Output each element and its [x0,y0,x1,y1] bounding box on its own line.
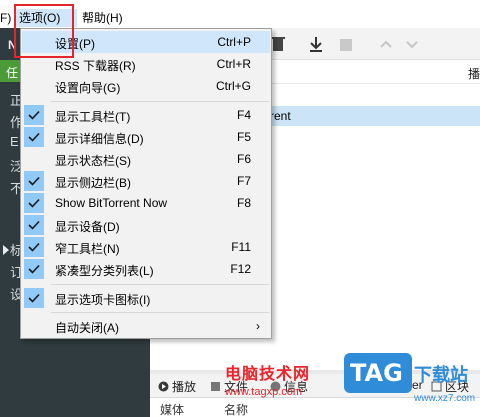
checkmark-icon [24,259,44,279]
checkmark-icon [24,237,44,257]
stop-icon[interactable] [336,34,356,54]
watermark-site: 下载站 [414,365,468,385]
menu-options[interactable]: 选项(O) [15,9,77,27]
menu-item-show-tab-icons[interactable]: 显示选项卡图标(I) [22,287,270,309]
column-header[interactable]: 媒体 [160,401,184,417]
menu-item-show-sidebar[interactable]: 显示侧边栏(B) F7 [22,170,270,192]
menu-separator [51,312,269,313]
watermark-logo: TAG [344,353,412,393]
submenu-arrow-icon: › [256,319,260,333]
column-header[interactable]: 播 [468,65,480,82]
checkmark-icon [24,171,44,191]
row-name: rent [270,109,291,123]
checkmark-icon [24,127,44,147]
watermark-site-url: www.xz7.com [414,393,476,404]
menu-item-setup-wizard[interactable]: 设置向导(G) Ctrl+G [22,75,270,97]
menu-separator [51,101,269,102]
tab-play[interactable]: 播放 [158,378,196,394]
menu-item-show-bittorrent-now[interactable]: Show BitTorrent Now F8 [22,192,270,214]
column-header[interactable]: 名称 [224,401,248,417]
options-dropdown-menu: 设置(P) Ctrl+P RSS 下载器(R) Ctrl+R 设置向导(G) C… [20,28,272,339]
checkmark-icon [24,193,44,213]
expand-arrow-icon[interactable] [3,245,9,255]
menu-item-show-details[interactable]: 显示详细信息(D) F5 [22,126,270,148]
move-up-icon[interactable] [376,34,396,54]
file-icon [210,381,221,392]
menu-file[interactable]: F) [0,9,16,27]
menu-item-settings[interactable]: 设置(P) Ctrl+P [22,31,270,53]
menu-item-narrow-toolbar[interactable]: 窄工具栏(N) F11 [22,236,270,258]
sidebar-item-label: 任 [6,66,19,80]
menu-separator [51,284,269,285]
menu-item-auto-close[interactable]: 自动关闭(A) › [22,315,270,337]
play-icon [158,381,169,392]
download-icon[interactable] [306,34,326,54]
checkmark-icon [24,288,44,308]
watermark-url: www.tagxp.com [225,386,303,398]
menu-bar: F) 选项(O) 帮助(H) [0,0,480,28]
menu-item-show-toolbar[interactable]: 显示工具栏(T) F4 [22,104,270,126]
sidebar-item-label[interactable]: E [10,134,19,149]
menu-item-rss-downloader[interactable]: RSS 下载器(R) Ctrl+R [22,53,270,75]
menu-help[interactable]: 帮助(H) [82,9,132,27]
checkmark-icon [24,105,44,125]
checkmark-icon [24,215,44,235]
menu-item-show-statusbar[interactable]: 显示状态栏(S) F6 [22,148,270,170]
watermark-title: 电脑技术网 [225,366,311,383]
sidebar-header: N [8,38,17,52]
menu-item-compact-category-list[interactable]: 紧凑型分类列表(L) F12 [22,258,270,280]
menu-item-show-devices[interactable]: 显示设备(D) [22,214,270,236]
move-down-icon[interactable] [402,34,422,54]
